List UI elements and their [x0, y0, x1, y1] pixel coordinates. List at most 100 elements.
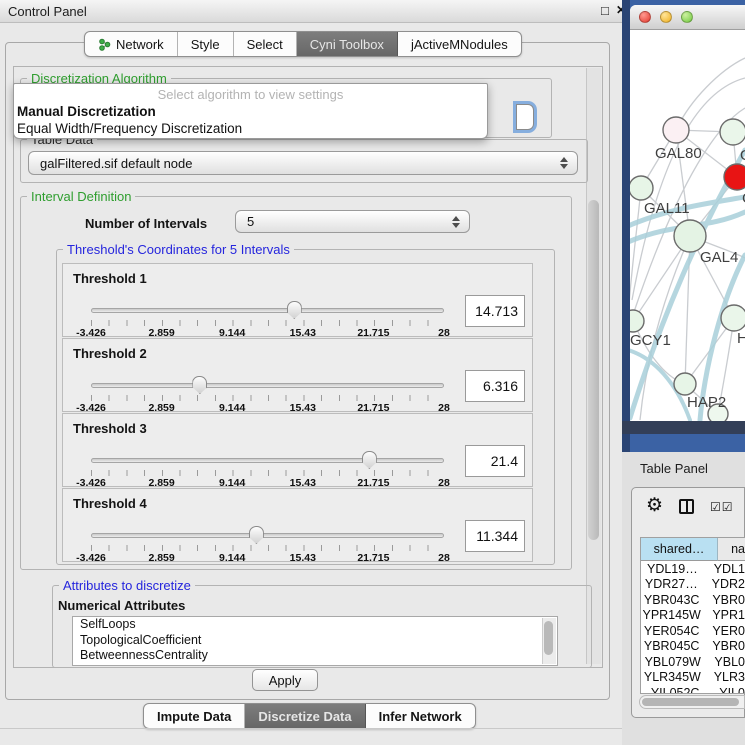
- table-row[interactable]: YBR043CYBR0: [641, 592, 745, 608]
- threshold-1-value-field[interactable]: 14.713: [465, 295, 525, 327]
- node-label: GAL80: [655, 145, 702, 162]
- threshold-1-row: Threshold 1 -3.4262.8599.14415.4321.7152…: [62, 263, 533, 337]
- threshold-2-value-field[interactable]: 6.316: [465, 370, 525, 402]
- node-label: HAP2: [687, 394, 726, 411]
- slider-ticks: [91, 395, 445, 401]
- float-window-icon[interactable]: □: [601, 3, 609, 18]
- threshold-2-row: Threshold 2 -3.4262.8599.14415.4321.7152…: [62, 338, 533, 412]
- list-item[interactable]: TopologicalCoefficient: [73, 633, 557, 649]
- numerical-attributes-list[interactable]: SelfLoops TopologicalCoefficient Between…: [72, 616, 558, 666]
- network-node[interactable]: [721, 305, 745, 331]
- table-row[interactable]: YER054CYER0: [641, 623, 745, 639]
- tab-discretize-data[interactable]: Discretize Data: [245, 704, 365, 728]
- network-node-hap2[interactable]: [674, 373, 696, 395]
- list-scrollbar[interactable]: [542, 618, 556, 664]
- column-view-icon[interactable]: [679, 499, 694, 514]
- combo-stepper-icon: [452, 216, 460, 228]
- network-canvas[interactable]: GAL80 GA C GAL11 GAL4 GCY1 H HAP2: [630, 30, 745, 421]
- table-horizontal-scrollbar-thumb[interactable]: [642, 698, 739, 706]
- mac-minimize-button[interactable]: [660, 11, 672, 23]
- tab-style[interactable]: Style: [178, 32, 234, 56]
- mac-close-button[interactable]: [639, 11, 651, 23]
- slider-track[interactable]: [91, 533, 444, 538]
- table-row[interactable]: YLR345WYLR3: [641, 670, 745, 686]
- table-row[interactable]: YDR27…YDR2: [641, 577, 745, 593]
- control-panel-titlebar: Control Panel: [0, 0, 622, 23]
- threshold-1-slider[interactable]: -3.4262.8599.14415.4321.71528: [91, 301, 444, 335]
- popup-option-equal-width[interactable]: Equal Width/Frequency Discretization: [14, 121, 487, 136]
- network-window-titlebar[interactable]: [630, 5, 745, 30]
- mac-zoom-button[interactable]: [681, 11, 693, 23]
- network-node-gal11[interactable]: [630, 176, 653, 200]
- number-of-intervals-label: Number of Intervals: [85, 216, 207, 231]
- network-icon: [98, 38, 111, 51]
- slider-thumb[interactable]: [287, 301, 302, 319]
- tab-network[interactable]: Network: [85, 32, 178, 56]
- gear-icon[interactable]: ⚙: [646, 494, 663, 517]
- select-columns-icon[interactable]: ☑☑: [710, 500, 734, 514]
- threshold-4-slider[interactable]: -3.4262.8599.14415.4321.71528: [91, 526, 444, 560]
- algorithm-combobox-fragment[interactable]: [516, 104, 534, 130]
- algorithm-dropdown-popup: Select algorithm to view settings Manual…: [13, 83, 488, 139]
- tab-jactivemnodules[interactable]: jActiveMNodules: [398, 32, 521, 56]
- slider-track[interactable]: [91, 308, 444, 313]
- list-item[interactable]: SelfLoops: [73, 617, 557, 633]
- threshold-2-slider[interactable]: -3.4262.8599.14415.4321.71528: [91, 376, 444, 410]
- apply-button[interactable]: Apply: [252, 669, 318, 691]
- table-row[interactable]: YBR045CYBR0: [641, 639, 745, 655]
- cyni-bottom-tabs: Impute Data Discretize Data Infer Networ…: [143, 703, 476, 729]
- node-label: GCY1: [630, 332, 671, 349]
- network-node-gcy1[interactable]: [630, 310, 644, 332]
- network-view-window[interactable]: GAL80 GA C GAL11 GAL4 GCY1 H HAP2: [630, 5, 745, 421]
- threshold-3-slider[interactable]: -3.4262.8599.14415.4321.71528: [91, 451, 444, 485]
- slider-thumb[interactable]: [192, 376, 207, 394]
- threshold-3-row: Threshold 3 -3.4262.8599.14415.4321.7152…: [62, 413, 533, 487]
- number-of-intervals-combobox[interactable]: 5: [235, 210, 470, 233]
- threshold-3-value-field[interactable]: 21.4: [465, 445, 525, 477]
- node-label: GA: [740, 147, 745, 164]
- desktop-shading: [622, 0, 630, 452]
- window-shadow: [622, 421, 745, 434]
- table-header-row: shared… na: [641, 538, 745, 561]
- thresholds-group-title: Threshold's Coordinates for 5 Intervals: [63, 242, 294, 257]
- network-node[interactable]: [720, 119, 745, 145]
- tab-impute-data[interactable]: Impute Data: [144, 704, 245, 728]
- network-node-gal4[interactable]: [674, 220, 706, 252]
- node-label: H: [737, 330, 745, 347]
- table-row[interactable]: YIL052CYIL0: [641, 685, 745, 694]
- control-panel-tabs: Network Style Select Cyni Toolbox jActiv…: [84, 31, 522, 57]
- popup-option-manual[interactable]: Manual Discretization: [14, 104, 487, 119]
- interval-definition-title: Interval Definition: [27, 189, 135, 204]
- slider-ticks: [91, 470, 445, 476]
- slider-thumb[interactable]: [249, 526, 264, 544]
- numerical-attributes-label: Numerical Attributes: [58, 598, 185, 613]
- table-panel-title: Table Panel: [640, 461, 708, 476]
- tab-network-label: Network: [116, 37, 164, 52]
- network-node-gal80[interactable]: [663, 117, 689, 143]
- threshold-4-row: Threshold 4 -3.4262.8599.14415.4321.7152…: [62, 488, 533, 562]
- table-data-combobox[interactable]: galFiltered.sif default node: [28, 151, 578, 175]
- slider-track[interactable]: [91, 458, 444, 463]
- tab-infer-network[interactable]: Infer Network: [366, 704, 475, 728]
- table-row[interactable]: YDL19…YDL1: [641, 561, 745, 577]
- tab-cyni-toolbox[interactable]: Cyni Toolbox: [297, 32, 398, 56]
- tab-select[interactable]: Select: [234, 32, 297, 56]
- slider-ticks: [91, 545, 445, 551]
- column-header-shared-name[interactable]: shared…: [641, 538, 718, 561]
- network-node-selected[interactable]: [724, 164, 745, 190]
- table-row[interactable]: YPR145WYPR1: [641, 608, 745, 624]
- vertical-scrollbar-thumb[interactable]: [588, 200, 599, 540]
- node-label: GAL4: [700, 249, 738, 266]
- panel-title: Control Panel: [8, 4, 87, 19]
- table-row[interactable]: YBL079WYBL0: [641, 654, 745, 670]
- screen: Control Panel □ ✕ Network Style Select C…: [0, 0, 745, 745]
- combo-stepper-icon: [560, 157, 568, 169]
- column-header-name[interactable]: na: [718, 538, 745, 561]
- list-item[interactable]: BetweennessCentrality: [73, 648, 557, 664]
- attributes-group-title: Attributes to discretize: [59, 578, 195, 593]
- threshold-4-value-field[interactable]: 11.344: [465, 520, 525, 552]
- slider-thumb[interactable]: [362, 451, 377, 469]
- table-horizontal-scrollbar[interactable]: [639, 695, 745, 709]
- slider-track[interactable]: [91, 383, 444, 388]
- node-attribute-table[interactable]: shared… na YDL19…YDL1 YDR27…YDR2 YBR043C…: [640, 537, 745, 694]
